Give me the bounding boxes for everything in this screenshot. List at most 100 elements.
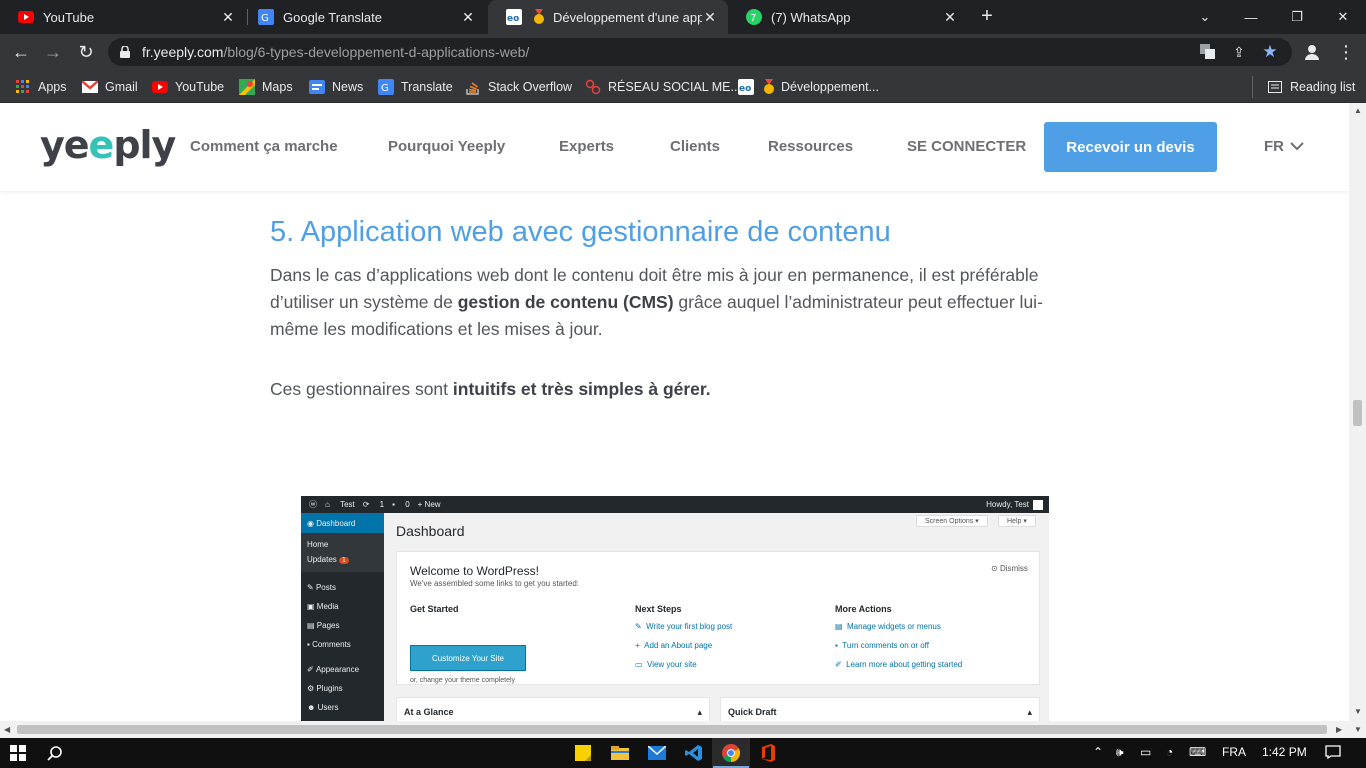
- wp-menu-updates: Updates 1: [307, 552, 378, 568]
- share-icon[interactable]: ⇪: [1229, 42, 1249, 62]
- address-bar[interactable]: fr.yeeply.com/blog/6-types-developpement…: [108, 38, 1292, 66]
- tab-search-icon[interactable]: ⌄: [1182, 0, 1228, 34]
- medal-icon: [531, 9, 547, 25]
- power-icon[interactable]: ▭: [1140, 745, 1151, 759]
- wp-welcome-panel: Welcome to WordPress! We've assembled so…: [396, 551, 1040, 685]
- scroll-down-icon[interactable]: ▼: [1354, 707, 1362, 716]
- wp-dismiss: ⊙ Dismiss: [991, 564, 1028, 573]
- bookmark-youtube[interactable]: YouTube: [152, 76, 224, 98]
- minimize-icon[interactable]: —: [1228, 0, 1274, 34]
- tray-overflow-icon[interactable]: ⌃: [1093, 745, 1103, 759]
- language-selector[interactable]: FR: [1264, 138, 1304, 155]
- volume-icon[interactable]: 🕪: [1116, 745, 1124, 760]
- mail-icon[interactable]: [647, 743, 667, 763]
- wp-menu-posts: ✎ Posts: [307, 583, 336, 592]
- whatsapp-icon: 7: [746, 9, 762, 25]
- windows-start-icon[interactable]: [8, 743, 28, 763]
- restore-icon[interactable]: ❐: [1274, 0, 1320, 34]
- network-wifi-icon[interactable]: ◔: [1166, 745, 1173, 759]
- wp-new: + New: [417, 500, 441, 509]
- close-tab-icon[interactable]: ✕: [220, 9, 236, 26]
- notifications-icon[interactable]: [1325, 745, 1341, 762]
- office-icon[interactable]: [758, 743, 778, 763]
- scrollbar-thumb[interactable]: [17, 725, 1327, 734]
- language-indicator[interactable]: FRA: [1222, 745, 1246, 759]
- close-window-icon[interactable]: ✕: [1320, 0, 1366, 34]
- scroll-left-icon[interactable]: ◀: [4, 725, 10, 734]
- new-tab-button[interactable]: +: [976, 5, 998, 27]
- request-quote-button[interactable]: Recevoir un devis: [1044, 122, 1217, 172]
- reading-list-label: Reading list: [1290, 80, 1356, 94]
- back-icon[interactable]: ←: [8, 39, 34, 65]
- home-icon: ⌂ Test: [325, 500, 355, 509]
- article-paragraph: Dans le cas d’applications web dont le c…: [270, 265, 1043, 339]
- yeeply-logo[interactable]: yeeply: [40, 123, 176, 167]
- svg-text:G: G: [381, 83, 389, 94]
- medal-icon: [761, 79, 777, 95]
- horizontal-scrollbar[interactable]: ◀ ▶ ▼: [0, 721, 1366, 738]
- tab-google-translate[interactable]: G Google Translate ✕: [240, 0, 486, 34]
- vscode-icon[interactable]: [684, 743, 704, 763]
- close-tab-icon[interactable]: ✕: [702, 9, 718, 26]
- login-link[interactable]: SE CONNECTER: [907, 138, 1026, 155]
- bookmark-maps[interactable]: Maps: [239, 76, 293, 98]
- bookmark-reseau-social[interactable]: RÉSEAU SOCIAL ME...: [585, 76, 741, 98]
- apps-grid-icon: [15, 79, 31, 95]
- search-icon[interactable]: [45, 743, 65, 763]
- wp-sidebar: ◉ Dashboard Home Updates 1 ✎ Posts ▣ Med…: [301, 513, 384, 721]
- wordpress-logo-icon: ⓦ: [309, 500, 317, 509]
- tab-youtube[interactable]: YouTube ✕: [0, 0, 246, 34]
- sticky-notes-icon[interactable]: [573, 743, 593, 763]
- google-translate-icon: G: [258, 9, 274, 25]
- keyboard-icon[interactable]: ⌨: [1189, 745, 1206, 759]
- wp-menu-home: Home: [307, 540, 329, 549]
- close-tab-icon[interactable]: ✕: [460, 9, 476, 26]
- nav-comment-ca-marche[interactable]: Comment ça marche: [190, 138, 338, 155]
- nav-ressources[interactable]: Ressources: [768, 138, 853, 155]
- svg-text:G: G: [261, 13, 269, 24]
- scroll-down-icon[interactable]: ▼: [1354, 725, 1362, 734]
- forward-icon[interactable]: →: [40, 39, 66, 65]
- reading-list-button[interactable]: Reading list: [1252, 76, 1355, 98]
- youtube-icon: [152, 79, 168, 95]
- reload-icon[interactable]: ↻: [73, 39, 99, 65]
- bookmark-gmail[interactable]: Gmail: [82, 76, 138, 98]
- file-explorer-icon[interactable]: [610, 743, 630, 763]
- wp-customize-button: Customize Your Site: [410, 645, 526, 671]
- tab-yeeply-active[interactable]: eo Développement d'une applic ✕: [488, 0, 728, 34]
- wp-screen-options: Screen Options ▾: [916, 515, 988, 527]
- bookmark-label: Translate: [401, 80, 453, 94]
- vertical-scrollbar[interactable]: ▲ ▼: [1349, 103, 1366, 721]
- tab-whatsapp[interactable]: 7 (7) WhatsApp ✕: [728, 0, 968, 34]
- scrollbar-thumb[interactable]: [1353, 400, 1362, 426]
- wp-more-item: ✐ Learn more about getting started: [835, 660, 963, 669]
- nav-pourquoi-yeeply[interactable]: Pourquoi Yeeply: [388, 138, 505, 155]
- bookmark-apps[interactable]: Apps: [15, 76, 67, 98]
- menu-kebab-icon[interactable]: ⋮: [1333, 39, 1359, 65]
- bookmark-label: Apps: [38, 80, 67, 94]
- nav-experts[interactable]: Experts: [559, 138, 614, 155]
- yeeply-icon: eo: [738, 79, 754, 95]
- bookmark-news[interactable]: News: [309, 76, 363, 98]
- bookmark-label: Gmail: [105, 80, 138, 94]
- profile-icon[interactable]: [1299, 39, 1325, 65]
- scroll-right-icon[interactable]: ▶: [1336, 725, 1342, 734]
- wp-or-change: or, change your theme completely: [410, 677, 516, 684]
- wp-more-item: ▪ Turn comments on or off: [835, 641, 929, 650]
- wp-menu-media: ▣ Media: [307, 602, 339, 611]
- clock[interactable]: 1:42 PM: [1262, 745, 1307, 759]
- translate-page-icon[interactable]: [1198, 42, 1218, 62]
- close-tab-icon[interactable]: ✕: [942, 9, 958, 26]
- tab-title: YouTube: [43, 9, 95, 25]
- article-paragraph: Ces gestionnaires sont intuitifs et très…: [270, 379, 711, 399]
- scroll-up-icon[interactable]: ▲: [1354, 106, 1362, 115]
- bookmark-star-icon[interactable]: ★: [1260, 42, 1280, 62]
- wp-menu-pages: ▤ Pages: [307, 621, 340, 630]
- bookmark-translate[interactable]: G Translate: [378, 76, 453, 98]
- stackoverflow-icon: [465, 79, 481, 95]
- bookmark-stackoverflow[interactable]: Stack Overflow: [465, 76, 572, 98]
- bookmark-developpement[interactable]: eo Développement...: [738, 76, 879, 98]
- nav-clients[interactable]: Clients: [670, 138, 720, 155]
- chevron-down-icon: [1290, 142, 1304, 151]
- chrome-icon[interactable]: [721, 743, 741, 763]
